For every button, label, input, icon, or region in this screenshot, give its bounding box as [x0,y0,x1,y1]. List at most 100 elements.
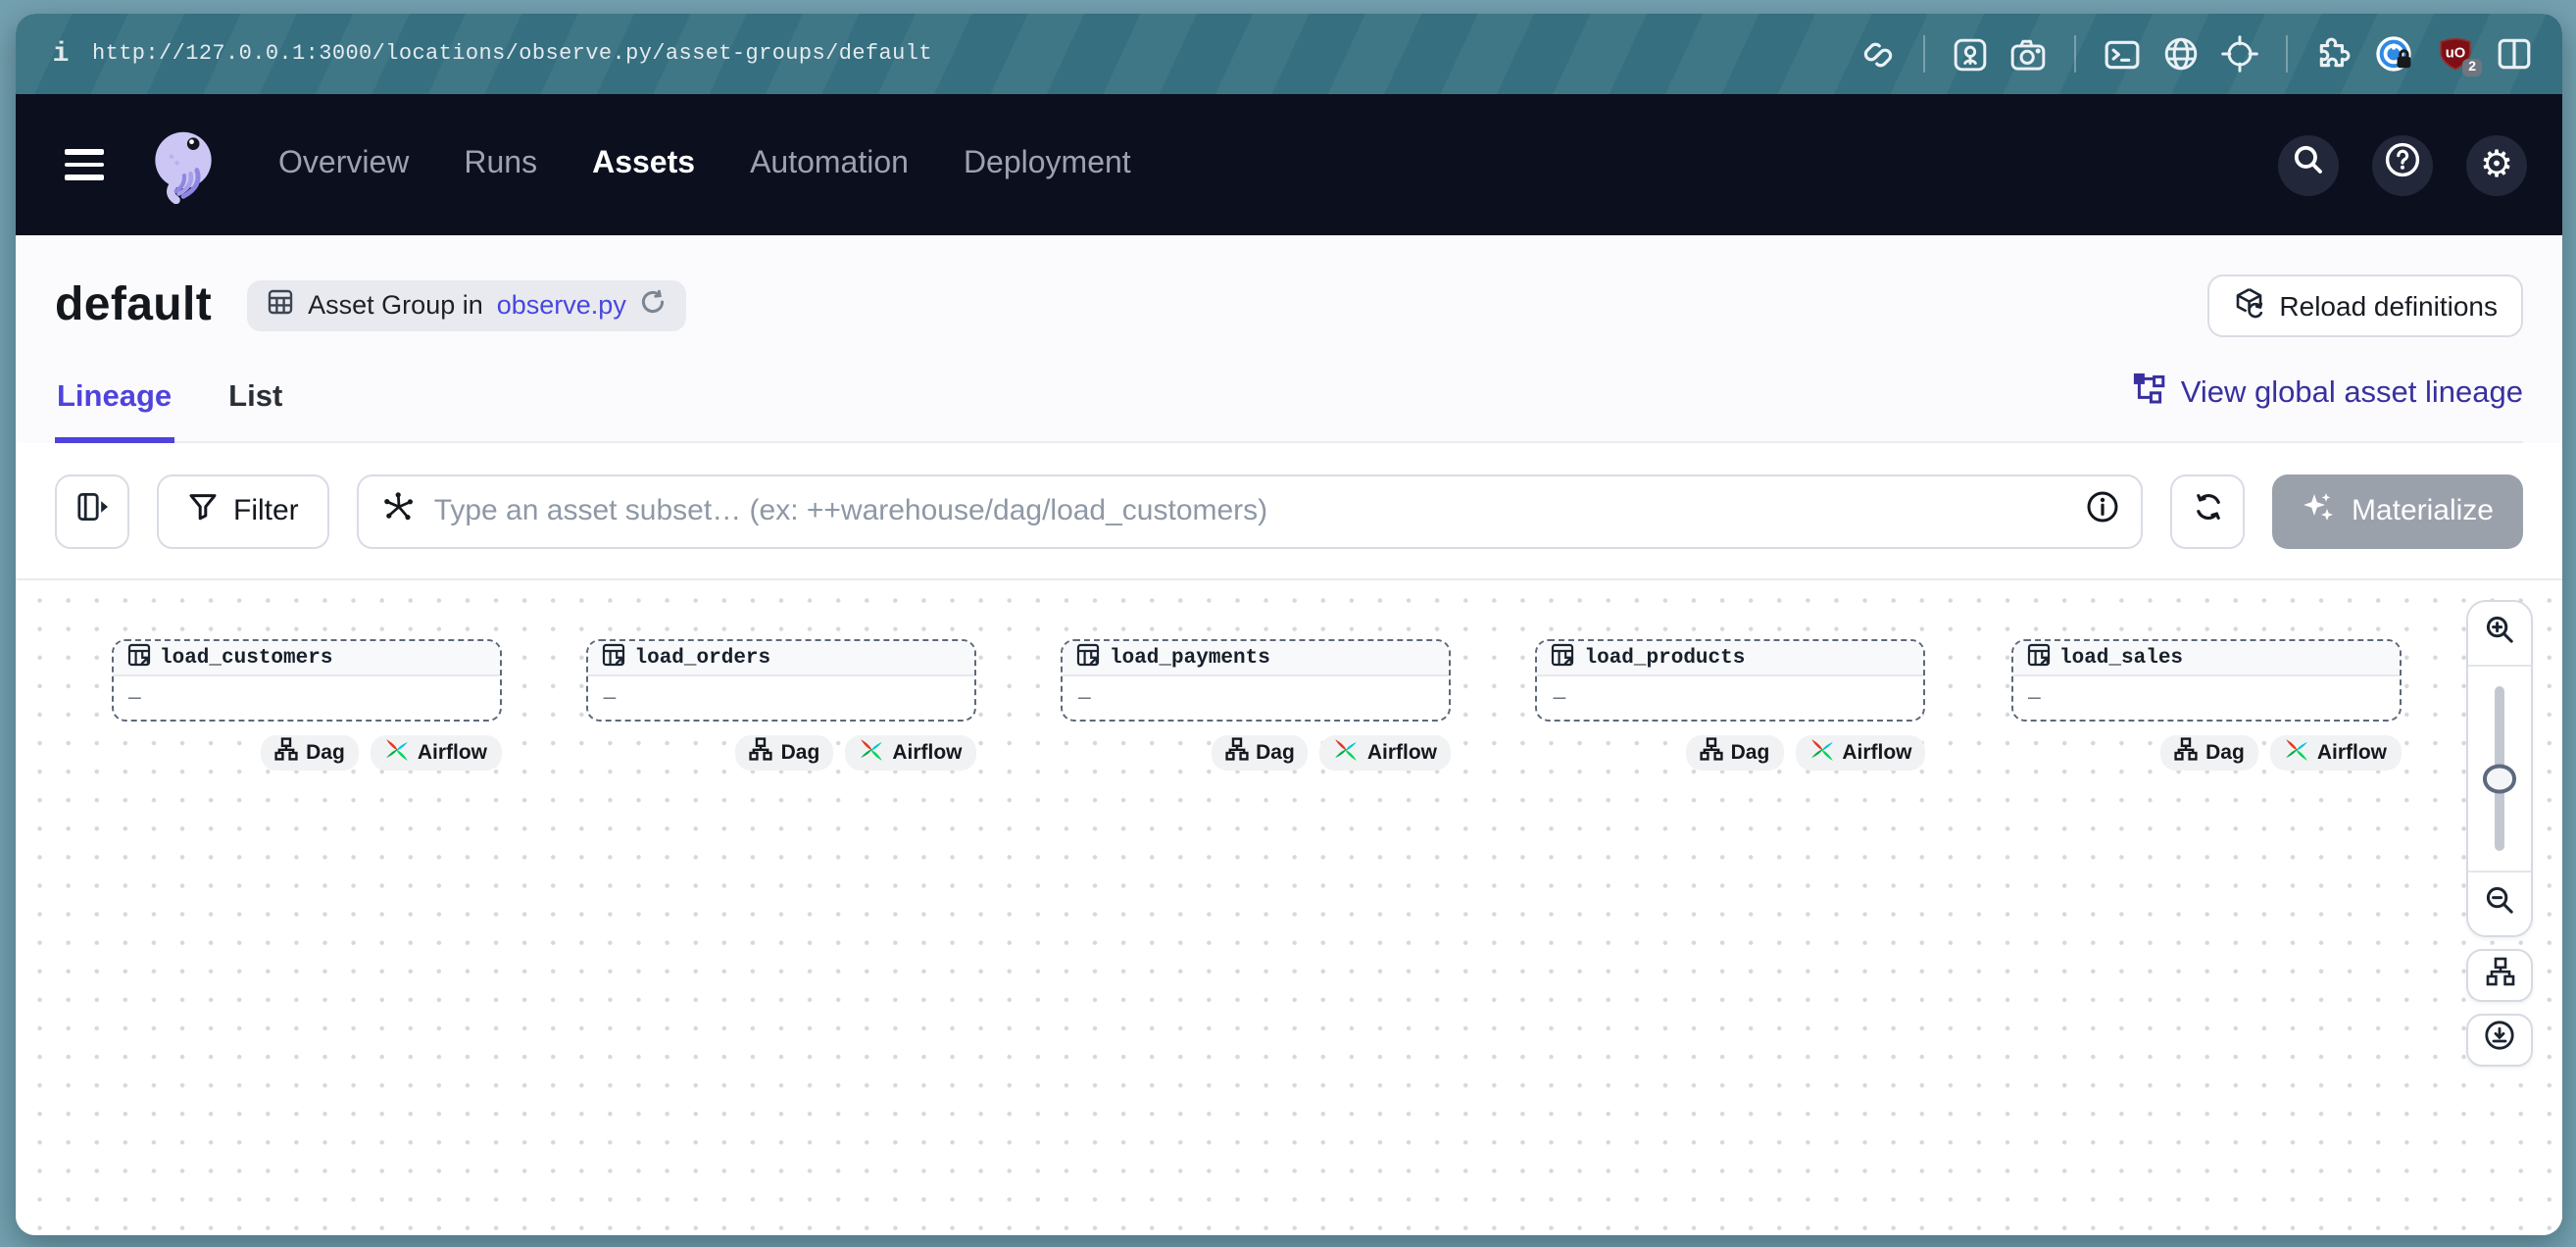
tag-label: Airflow [2317,741,2387,765]
tag-dag[interactable]: Dag [1211,735,1309,770]
tag-dag[interactable]: Dag [2160,735,2258,770]
nav-item-assets[interactable]: Assets [592,147,695,182]
url-bar[interactable]: http://127.0.0.1:3000/locations/observe.… [92,42,932,66]
external-table-icon [1552,640,1575,675]
split-view-icon[interactable] [2496,35,2533,73]
hamburger-menu-button[interactable] [65,149,104,180]
zoom-out-button[interactable] [2468,871,2531,935]
rearrange-layout-button[interactable] [2466,949,2533,1002]
tag-label: Airflow [892,741,962,765]
toolbar-separator [2286,35,2288,73]
asset-tags: Dag Airflow [2010,735,2401,770]
zoom-in-button[interactable] [2468,602,2531,667]
asset-tags: Dag Airflow [1536,735,1926,770]
asset-node-load-customers[interactable]: load_customers – [111,639,501,722]
toolbar-separator [2074,35,2076,73]
refresh-graph-button[interactable] [2171,474,2246,548]
graph-toolbar: Filter Materialize [16,443,2562,580]
globe-icon[interactable] [2162,35,2200,73]
view-global-asset-lineage-link[interactable]: View global asset lineage [2134,372,2523,415]
asset-name: load_payments [1110,646,1270,670]
asset-tags: Dag Airflow [586,735,976,770]
page-info-icon[interactable]: i [45,38,76,70]
tag-label: Dag [1256,741,1295,765]
expand-panel-button[interactable] [55,474,129,548]
asset-node-load-sales[interactable]: load_sales – [2010,639,2401,722]
asset-name: load_sales [2059,646,2183,670]
target-picker-icon[interactable] [2221,35,2258,73]
lineage-graph-icon [2134,372,2167,415]
view-tabs: Lineage List View global asset lineage [55,349,2523,443]
asset-status-value: – [604,686,617,710]
dag-icon [1224,738,1248,768]
tag-airflow[interactable]: Airflow [1320,735,1451,770]
zoom-control [2466,600,2533,937]
asset-group-badge: Asset Group in observe.py [247,279,687,330]
copy-link-icon[interactable] [1860,36,1896,72]
panel-toggle-icon [75,489,109,532]
zoom-slider[interactable] [2468,667,2531,871]
asset-selection-box [358,474,2144,548]
tab-list[interactable]: List [226,380,284,441]
reload-definitions-icon [2232,285,2265,324]
gear-icon: ⚙ [2480,146,2513,183]
dag-icon [750,738,773,768]
refresh-icon [2192,489,2225,532]
filter-funnel-icon [188,492,218,529]
download-image-button[interactable] [2466,1014,2533,1067]
asset-node-load-products[interactable]: load_products – [1536,639,1926,722]
syntax-info-icon[interactable] [2087,489,2120,532]
password-manager-icon[interactable] [2374,34,2415,74]
asset-subset-input[interactable] [434,494,2118,527]
tag-dag[interactable]: Dag [261,735,359,770]
toolbar-separator [1923,35,1925,73]
dagster-logo[interactable] [147,125,220,204]
nav-item-overview[interactable]: Overview [278,147,409,182]
tag-label: Dag [2205,741,2245,765]
help-button[interactable] [2372,134,2433,195]
airflow-icon [2284,737,2309,769]
search-icon [2292,143,2325,186]
asset-node-load-payments[interactable]: load_payments – [1061,639,1451,722]
tree-layout-icon [2485,956,2514,995]
lineage-canvas[interactable]: load_customers – Dag Airflow load_orders… [16,580,2562,1235]
asset-node-group: load_orders – Dag Airflow [586,639,976,770]
image-capture-icon[interactable] [1953,36,1988,72]
materialize-button[interactable]: Materialize [2273,474,2523,548]
primary-nav: Overview Runs Assets Automation Deployme… [278,147,1131,182]
download-icon [2484,1020,2515,1061]
badge-text: Asset Group in [308,290,483,320]
graph-controls [2466,600,2533,1067]
extensions-puzzle-icon[interactable] [2315,35,2353,73]
asset-name: load_customers [160,646,332,670]
status-refresh-icon[interactable] [640,288,668,322]
tag-label: Airflow [1842,741,1911,765]
asset-node-load-orders[interactable]: load_orders – [586,639,976,722]
desktop: i http://127.0.0.1:3000/locations/observ… [0,0,2576,1247]
code-location-link[interactable]: observe.py [497,290,626,320]
page-title: default [55,277,212,332]
zoom-slider-thumb[interactable] [2483,765,2516,793]
external-table-icon [126,640,150,675]
tag-dag[interactable]: Dag [1686,735,1784,770]
reload-definitions-button[interactable]: Reload definitions [2206,274,2523,336]
tag-dag[interactable]: Dag [736,735,834,770]
tag-airflow[interactable]: Airflow [1795,735,1925,770]
adblock-shield-icon[interactable]: uO2 [2437,35,2474,73]
tag-label: Airflow [1367,741,1437,765]
nav-item-automation[interactable]: Automation [750,147,909,182]
tag-airflow[interactable]: Airflow [2270,735,2401,770]
nav-item-deployment[interactable]: Deployment [964,147,1131,182]
settings-button[interactable]: ⚙ [2466,134,2527,195]
filter-button[interactable]: Filter [157,474,330,548]
dag-icon [274,738,298,768]
airflow-icon [1808,737,1834,769]
terminal-icon[interactable] [2104,36,2141,72]
search-button[interactable] [2278,134,2339,195]
tab-lineage[interactable]: Lineage [55,380,173,441]
nav-item-runs[interactable]: Runs [464,147,537,182]
tag-airflow[interactable]: Airflow [845,735,975,770]
tag-airflow[interactable]: Airflow [371,735,501,770]
screenshot-camera-icon[interactable] [2009,36,2047,72]
browser-toolbar: i http://127.0.0.1:3000/locations/observ… [16,14,2562,94]
